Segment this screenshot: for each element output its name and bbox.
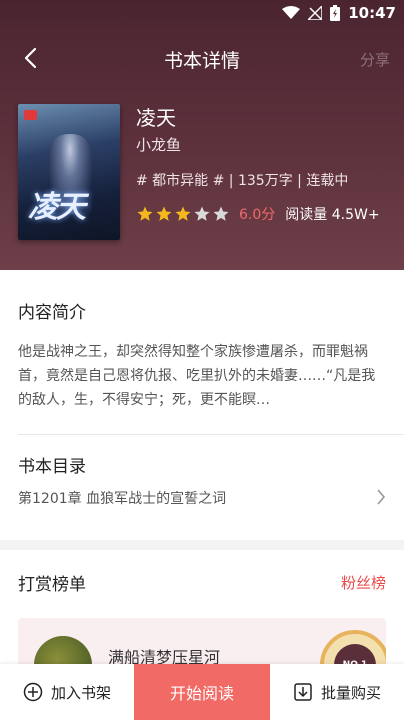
divider: [18, 434, 404, 435]
rating-stars: [136, 205, 231, 223]
wifi-icon: [282, 6, 301, 19]
cover-title: 凌天: [28, 190, 86, 225]
battery-charging-icon: [330, 5, 341, 21]
status-time: 10:47: [348, 4, 396, 22]
add-to-shelf-label: 加入书架: [50, 683, 111, 702]
chevron-right-icon[interactable]: [376, 488, 386, 506]
star-filled-icon: [175, 206, 191, 221]
page-title: 书本详情: [163, 50, 240, 72]
intro-text[interactable]: 他是战神之王，却突然得知整个家族惨遭屠杀，而罪魁祸首，竟然是自己恩将仇报、吃里扒…: [18, 340, 388, 412]
catalog-title: 书本目录: [18, 457, 86, 477]
status-bar: 10:47: [0, 0, 404, 28]
section-gap: [0, 540, 404, 550]
share-button[interactable]: 分享: [360, 49, 390, 70]
star-empty-icon: [213, 206, 229, 221]
book-title: 凌天: [136, 106, 176, 130]
fans-rank-link[interactable]: 粉丝榜: [341, 572, 386, 593]
status-icons: 10:47: [282, 4, 396, 22]
add-to-shelf-button[interactable]: 加入书架: [0, 664, 134, 720]
latest-chapter[interactable]: 第1201章 血狼军战士的宣誓之词: [18, 488, 388, 508]
book-author[interactable]: 小龙鱼: [136, 134, 181, 155]
star-filled-icon: [156, 206, 172, 221]
reward-title: 打赏榜单: [18, 575, 86, 595]
book-cover[interactable]: 凌天: [18, 104, 120, 240]
rating-row: 6.0分 阅读量 4.5W+: [136, 204, 380, 224]
cover-badge: [24, 110, 37, 120]
book-header: 10:47 书本详情 分享 凌天 凌天 小龙鱼 # 都市异能 # | 135万字…: [0, 0, 404, 270]
batch-buy-label: 批量购买: [320, 683, 381, 702]
no-signal-icon: [308, 6, 323, 20]
star-filled-icon: [137, 206, 153, 221]
bottom-action-bar: 加入书架 开始阅读 批量购买: [0, 664, 404, 720]
start-reading-label: 开始阅读: [169, 684, 234, 703]
nav-bar: 书本详情 分享: [0, 34, 404, 82]
add-circle-icon: [23, 682, 43, 702]
batch-buy-button[interactable]: 批量购买: [270, 664, 404, 720]
start-reading-button[interactable]: 开始阅读: [134, 664, 270, 720]
read-count: 阅读量 4.5W+: [285, 207, 380, 223]
rating-score: 6.0分: [239, 207, 276, 223]
book-meta: # 都市异能 # | 135万字 | 连载中: [136, 173, 349, 189]
intro-title: 内容简介: [18, 303, 86, 323]
star-empty-icon: [194, 206, 210, 221]
download-box-icon: [294, 683, 312, 701]
